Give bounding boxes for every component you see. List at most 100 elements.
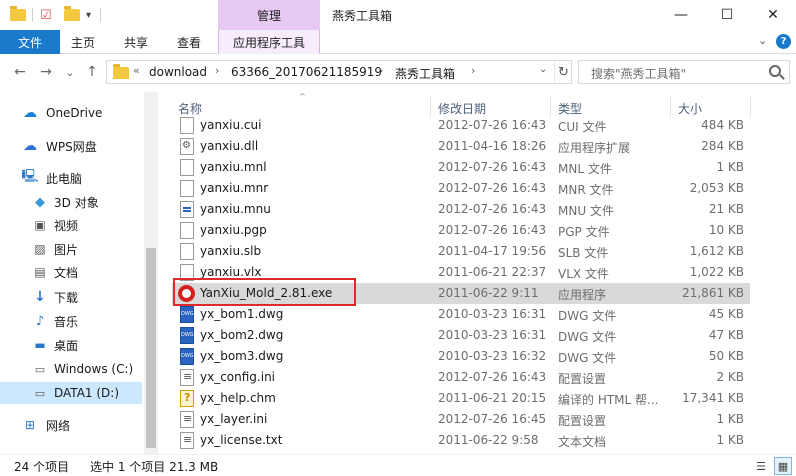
file-row[interactable]: yanxiu.cui 2012-07-26 16:43 CUI 文件 484 KB xyxy=(172,115,750,136)
file-size: 1,022 KB xyxy=(689,265,744,279)
sidebar-scrollbar-thumb[interactable] xyxy=(146,248,156,448)
file-row[interactable]: yanxiu.mnl 2012-07-26 16:43 MNL 文件 1 KB xyxy=(172,157,750,178)
sidebar-item-documents[interactable]: ▤ 文档 xyxy=(0,261,142,283)
details-view-button[interactable]: ☰ xyxy=(752,457,770,475)
file-name: yx_config.ini xyxy=(200,370,276,384)
sidebar-item-this-pc[interactable]: 🖳 此电脑 xyxy=(0,167,142,189)
breadcrumb-overflow[interactable]: « xyxy=(133,64,140,77)
file-type: PGP 文件 xyxy=(558,225,610,239)
cloud-icon: ☁ xyxy=(23,138,37,154)
tab-home[interactable]: 主页 xyxy=(60,30,106,54)
file-type: 配置设置 xyxy=(558,372,607,386)
column-headers: 名称 修改日期 类型 大小 xyxy=(160,97,760,117)
help-icon[interactable]: ? xyxy=(776,34,791,49)
file-date: 2012-07-26 16:43 xyxy=(438,202,547,216)
search-input[interactable]: 搜索"燕秀工具箱" xyxy=(578,60,790,84)
tab-app-tools[interactable]: 应用程序工具 xyxy=(218,30,320,54)
file-row[interactable]: yanxiu.mnu 2012-07-26 16:43 MNU 文件 21 KB xyxy=(172,199,750,220)
up-button[interactable]: ↑ xyxy=(82,62,102,82)
status-bar: 24 个项目 选中 1 个项目 21.3 MB ☰ ▦ xyxy=(0,454,796,476)
file-size: 21,861 KB xyxy=(682,286,744,300)
file-type: DWG 文件 xyxy=(558,309,617,323)
address-dropdown-icon[interactable]: ⌄ xyxy=(539,64,547,75)
file-file-icon xyxy=(180,159,194,176)
back-button[interactable]: ← xyxy=(10,62,30,82)
drive-icon: ▭ xyxy=(34,386,46,400)
file-size: 1 KB xyxy=(716,433,744,447)
breadcrumb-download[interactable]: download xyxy=(149,65,207,79)
file-size: 21 KB xyxy=(708,202,744,216)
sidebar-item-pictures[interactable]: ▨ 图片 xyxy=(0,238,142,260)
video-icon: ▣ xyxy=(34,218,46,232)
file-row[interactable]: yx_bom2.dwg 2010-03-23 16:31 DWG 文件 47 KB xyxy=(172,325,750,346)
tab-manage[interactable]: 管理 xyxy=(218,0,320,30)
breadcrumb-folder[interactable]: 63366_20170621185919 xyxy=(231,65,382,79)
tab-view[interactable]: 查看 xyxy=(164,30,214,54)
file-size: 2,053 KB xyxy=(689,181,744,195)
file-size: 1 KB xyxy=(716,412,744,426)
maximize-button[interactable]: ☐ xyxy=(704,0,750,30)
quick-access-dropdown[interactable]: ▾ xyxy=(86,6,91,24)
file-date: 2011-06-22 9:58 xyxy=(438,433,539,447)
address-bar[interactable]: « download › 63366_20170621185919 › 燕秀工具… xyxy=(106,60,572,84)
close-button[interactable]: ✕ xyxy=(750,0,796,30)
file-size: 284 KB xyxy=(701,139,744,153)
forward-button[interactable]: → xyxy=(36,62,56,82)
sidebar-item-music[interactable]: ♪ 音乐 xyxy=(0,310,142,332)
sidebar-item-wps[interactable]: ☁ WPS网盘 xyxy=(0,135,142,157)
file-row[interactable]: yanxiu.pgp 2012-07-26 16:43 PGP 文件 10 KB xyxy=(172,220,750,241)
breadcrumb-separator[interactable]: › xyxy=(215,64,219,77)
breadcrumb-separator[interactable]: › xyxy=(379,64,383,77)
file-ini-icon xyxy=(180,369,194,386)
properties-icon[interactable]: ☑ xyxy=(40,6,52,24)
sidebar-item-windows-c[interactable]: ▭ Windows (C:) xyxy=(0,358,142,380)
file-mnu-icon xyxy=(180,201,194,218)
file-name: yx_layer.ini xyxy=(200,412,268,426)
file-row[interactable]: yx_bom3.dwg 2010-03-23 16:32 DWG 文件 50 KB xyxy=(172,346,750,367)
search-icon xyxy=(769,65,781,77)
file-ini-icon xyxy=(180,432,194,449)
sidebar-item-network[interactable]: ⊞ 网络 xyxy=(0,414,142,436)
sidebar-item-desktop[interactable]: ▬ 桌面 xyxy=(0,334,142,356)
new-folder-icon[interactable] xyxy=(64,6,80,24)
sidebar-item-downloads[interactable]: ↓ 下载 xyxy=(0,286,142,308)
file-ini-icon xyxy=(180,411,194,428)
window-title: 燕秀工具箱 xyxy=(332,9,393,23)
tab-file[interactable]: 文件 xyxy=(0,30,60,54)
recent-locations-button[interactable]: ⌄ xyxy=(60,62,80,82)
sidebar-item-3d-objects[interactable]: ◆ 3D 对象 xyxy=(0,191,142,213)
file-row[interactable]: yx_config.ini 2012-07-26 16:43 配置设置 2 KB xyxy=(172,367,750,388)
breadcrumb-separator[interactable]: › xyxy=(471,64,475,77)
sidebar-item-data1-d[interactable]: ▭ DATA1 (D:) xyxy=(0,382,142,404)
minimize-button[interactable]: — xyxy=(658,0,704,30)
breadcrumb-current[interactable]: 燕秀工具箱 xyxy=(395,65,455,82)
large-icons-view-button[interactable]: ▦ xyxy=(774,457,792,475)
file-date: 2011-04-17 19:56 xyxy=(438,244,547,258)
file-name: yx_bom2.dwg xyxy=(200,328,284,342)
sidebar-item-onedrive[interactable]: ☁ OneDrive xyxy=(0,102,142,124)
file-date: 2012-07-26 16:43 xyxy=(438,181,547,195)
file-row[interactable]: yx_bom1.dwg 2010-03-23 16:31 DWG 文件 45 KB xyxy=(172,304,750,325)
file-name: yx_bom1.dwg xyxy=(200,307,284,321)
file-type: MNL 文件 xyxy=(558,162,612,176)
file-type: 应用程序扩展 xyxy=(558,141,631,155)
file-row[interactable]: yx_help.chm 2011-06-21 20:15 编译的 HTML 帮...… xyxy=(172,388,750,409)
tab-share[interactable]: 共享 xyxy=(110,30,162,54)
folder-icon xyxy=(113,64,129,82)
file-date: 2011-06-21 22:37 xyxy=(438,265,547,279)
file-date: 2011-06-21 20:15 xyxy=(438,391,547,405)
file-row[interactable]: yanxiu.dll 2011-04-16 18:26 应用程序扩展 284 KB xyxy=(172,136,750,157)
picture-icon: ▨ xyxy=(34,242,46,256)
file-row[interactable]: yanxiu.slb 2011-04-17 19:56 SLB 文件 1,612 KB xyxy=(172,241,750,262)
ribbon-expand-icon[interactable]: ⌄ xyxy=(758,34,767,47)
selection-highlight-box xyxy=(173,278,356,306)
file-type: DWG 文件 xyxy=(558,330,617,344)
file-row[interactable]: yx_license.txt 2011-06-22 9:58 文本文档 1 KB xyxy=(172,430,750,451)
cloud-icon: ☁ xyxy=(23,105,37,121)
file-file-icon xyxy=(180,243,194,260)
file-row[interactable]: yanxiu.mnr 2012-07-26 16:43 MNR 文件 2,053 KB xyxy=(172,178,750,199)
refresh-button[interactable]: ↻ xyxy=(554,62,572,82)
file-row[interactable]: yx_layer.ini 2012-07-26 16:45 配置设置 1 KB xyxy=(172,409,750,430)
sidebar-item-videos[interactable]: ▣ 视频 xyxy=(0,214,142,236)
file-name: yanxiu.slb xyxy=(200,244,262,258)
